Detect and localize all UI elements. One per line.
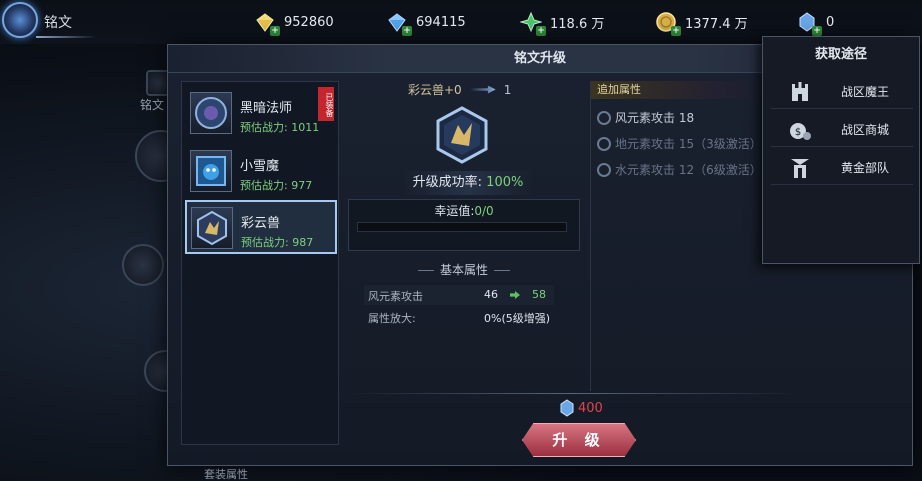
bg-lock-icon — [122, 244, 164, 286]
resource-green-crystal[interactable]: + 118.6 万 — [519, 10, 605, 36]
luck-value: 0/0 — [474, 204, 494, 218]
list-item-power: 预估战力: 1011 — [240, 121, 320, 134]
luck-label-text: 幸运值: — [434, 204, 475, 218]
upgrade-cost: 400 — [560, 399, 603, 417]
extra-attr-text: 风元素攻击 18 — [615, 111, 695, 125]
extra-attr-row: 地元素攻击 15（3级激活） — [597, 135, 762, 152]
coin-bag-icon: $ — [787, 117, 813, 143]
list-item-name: 黑暗法师 — [240, 101, 293, 116]
extra-attr-row: 风元素攻击 18 — [597, 109, 694, 126]
resource-gold-diamond[interactable]: + 952860 — [254, 10, 334, 36]
resource-blue-diamond[interactable]: + 694115 — [386, 10, 466, 36]
stat-next: 58 — [532, 288, 546, 301]
rune-emblem-icon[interactable] — [2, 2, 38, 38]
success-rate-value: 100% — [486, 175, 524, 190]
success-rate-label: 升级成功率: — [412, 175, 483, 190]
stat-amplify: 0%(5级增强) — [484, 312, 551, 325]
upgrade-panel: 彩云兽+0 1 升级成功率: 100% 幸运值:0/0 基本属性 风元素攻击 4… — [348, 81, 583, 441]
attr-ring-icon — [597, 136, 611, 151]
green-crystal-value: 118.6 万 — [550, 16, 605, 32]
rune-current-name: 彩云兽+0 — [408, 83, 462, 97]
green-crystal-icon: + — [519, 11, 546, 36]
attr-ring-icon — [597, 110, 611, 125]
basic-attrs-title: 基本属性 — [348, 261, 580, 278]
list-item-name: 小雪魔 — [240, 159, 280, 174]
stat-up-arrow-icon — [510, 291, 520, 299]
acquire-item-gold-army[interactable]: 黄金部队 — [771, 151, 913, 185]
stat-current: 46 — [484, 288, 498, 301]
gold-diamond-value: 952860 — [284, 14, 334, 30]
acquire-item-region-boss[interactable]: 战区魔王 — [771, 75, 913, 109]
cloud-beast-rune-icon — [191, 207, 233, 249]
rune-stone-cost-icon — [560, 399, 574, 417]
luck-panel: 幸运值:0/0 — [348, 199, 580, 251]
bottom-divider — [348, 393, 798, 394]
resource-rune-stone[interactable]: + 0 — [796, 10, 835, 36]
gold-coin-icon: + — [655, 11, 681, 36]
rune-stone-value: 0 — [826, 14, 835, 30]
dark-mage-rune-icon — [190, 92, 232, 134]
stat-name: 属性放大: — [368, 312, 416, 325]
resource-gold-coin[interactable]: + 1377.4 万 — [655, 10, 748, 36]
attr-ring-icon — [597, 162, 611, 177]
rune-list-item-snow-demon[interactable]: 小雪魔 预估战力: 977 — [185, 144, 337, 198]
castle-icon — [787, 79, 813, 105]
stat-row-amplify: 属性放大: 0%(5级增强) — [364, 307, 554, 327]
extra-attr-text: 地元素攻击 15（3级激活） — [615, 137, 762, 151]
gold-coin-value: 1377.4 万 — [685, 16, 748, 32]
list-item-power: 预估战力: 977 — [240, 179, 313, 192]
rune-level-header: 彩云兽+0 1 — [408, 81, 511, 98]
rune-list-item-dark-mage[interactable]: 黑暗法师 预估战力: 1011 已装备 — [185, 86, 337, 140]
cloud-beast-large-icon — [432, 105, 492, 165]
list-item-power: 预估战力: 987 — [241, 236, 314, 249]
success-rate: 升级成功率: 100% — [403, 171, 533, 195]
snow-demon-rune-icon — [190, 150, 232, 192]
upgrade-cost-value: 400 — [578, 400, 603, 416]
stat-row-wind-attack: 风元素攻击 46 58 — [364, 285, 554, 305]
luck-label: 幸运值:0/0 — [349, 202, 579, 219]
blue-diamond-value: 694115 — [416, 14, 466, 30]
acquire-item-label: 战区魔王 — [841, 85, 890, 99]
rune-next-level: 1 — [503, 82, 512, 97]
extra-attrs-panel: 追加属性 风元素攻击 18 地元素攻击 15（3级激活） 水元素攻击 12（6级… — [590, 81, 766, 391]
page-title: 铭文 — [44, 15, 72, 31]
blue-diamond-icon: + — [386, 11, 412, 36]
rune-stone-icon: + — [796, 11, 822, 36]
stat-name: 风元素攻击 — [368, 290, 423, 303]
acquire-item-label: 黄金部队 — [841, 161, 890, 175]
extra-attr-row: 水元素攻击 12（6级激活） — [597, 161, 762, 178]
set-attrs-label[interactable]: 套装属性 — [204, 466, 248, 481]
level-arrow-icon — [469, 85, 496, 94]
acquire-popup: 获取途径 战区魔王 $ 战区商城 黄金部队 — [762, 36, 920, 264]
extra-attrs-title: 追加属性 — [591, 81, 766, 99]
banner-icon — [787, 155, 813, 181]
luck-progress-bar — [357, 222, 567, 232]
acquire-item-region-shop[interactable]: $ 战区商城 — [771, 113, 913, 147]
upgrade-button[interactable]: 升 级 — [522, 423, 636, 457]
rune-list[interactable]: 黑暗法师 预估战力: 1011 已装备 小雪魔 预估战力: 977 彩云兽 预估… — [181, 81, 339, 445]
title-underline — [36, 36, 96, 38]
acquire-item-label: 战区商城 — [841, 123, 890, 137]
rune-list-item-cloud-beast[interactable]: 彩云兽 预估战力: 987 — [185, 200, 337, 254]
acquire-popup-title: 获取途径 — [814, 47, 867, 62]
list-item-name: 彩云兽 — [241, 216, 281, 231]
svg-text:$: $ — [795, 127, 801, 138]
equipped-badge: 已装备 — [318, 87, 334, 121]
bg-side-label: 铭文 — [140, 98, 165, 112]
extra-attr-text: 水元素攻击 12（6级激活） — [615, 163, 762, 177]
gold-diamond-icon: + — [254, 11, 280, 36]
